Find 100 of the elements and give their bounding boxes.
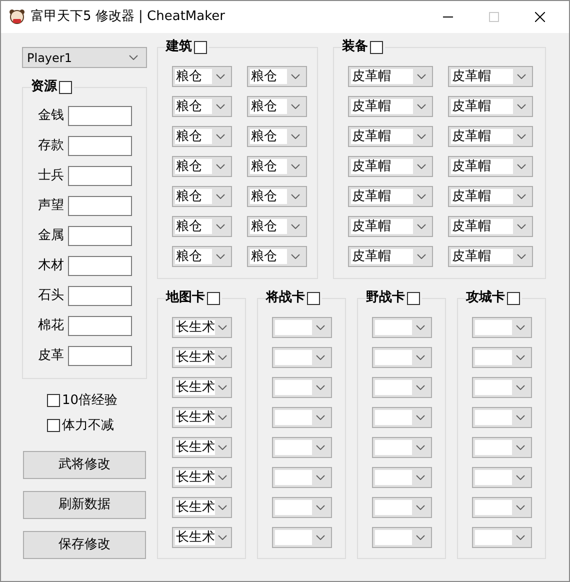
chevron-icon — [417, 134, 426, 139]
dropdown[interactable] — [472, 437, 532, 458]
dropdown[interactable] — [472, 527, 532, 548]
dropdown[interactable]: 长生术 — [172, 347, 232, 368]
dropdown[interactable]: 皮革帽 — [448, 246, 533, 267]
dropdown[interactable]: 粮仓 — [247, 246, 307, 267]
dropdown[interactable]: 粮仓 — [172, 96, 232, 117]
dropdown[interactable] — [472, 377, 532, 398]
action-button[interactable]: 保存修改 — [23, 531, 146, 559]
input-field[interactable] — [68, 256, 132, 276]
chevron-icon — [216, 104, 225, 109]
dropdown[interactable]: 皮革帽 — [448, 96, 533, 117]
dropdown[interactable] — [372, 407, 432, 428]
chevron-icon — [416, 325, 425, 330]
input-field[interactable] — [68, 316, 132, 336]
dropdown[interactable] — [272, 497, 332, 518]
input-field[interactable] — [68, 346, 132, 366]
dropdown[interactable]: 粮仓 — [247, 186, 307, 207]
dropdown[interactable]: 粮仓 — [172, 66, 232, 87]
chevron-icon — [417, 224, 426, 229]
dropdown[interactable]: 皮革帽 — [348, 216, 433, 237]
chevron-icon — [218, 385, 226, 390]
dropdown[interactable] — [272, 317, 332, 338]
field-label: 声望 — [38, 197, 64, 216]
dropdown[interactable]: 长生术 — [172, 407, 232, 428]
checkbox[interactable] — [194, 40, 207, 54]
dropdown[interactable] — [272, 527, 332, 548]
chevron-icon — [316, 445, 325, 450]
dropdown[interactable]: 粮仓 — [247, 66, 307, 87]
dropdown[interactable] — [472, 497, 532, 518]
checkbox[interactable] — [370, 40, 383, 54]
field-label: 石头 — [38, 287, 64, 306]
dropdown[interactable]: 皮革帽 — [448, 126, 533, 147]
checkbox[interactable] — [307, 292, 320, 304]
checkbox[interactable] — [207, 292, 220, 304]
dropdown[interactable] — [372, 347, 432, 368]
dropdown[interactable] — [472, 407, 532, 428]
dropdown[interactable]: 粮仓 — [172, 156, 232, 177]
checkbox[interactable] — [47, 419, 60, 432]
checkbox[interactable] — [507, 292, 520, 304]
dropdown[interactable]: 皮革帽 — [448, 156, 533, 177]
chevron-icon — [417, 194, 426, 199]
chevron-icon — [291, 134, 300, 139]
dropdown[interactable]: 长生术 — [172, 377, 232, 398]
chevron-icon — [291, 194, 300, 199]
dropdown[interactable]: 皮革帽 — [348, 186, 433, 207]
dropdown[interactable]: 皮革帽 — [348, 246, 433, 267]
dropdown[interactable] — [372, 467, 432, 488]
dropdown[interactable]: 粮仓 — [247, 96, 307, 117]
chevron-icon — [416, 415, 425, 420]
dropdown[interactable]: 皮革帽 — [448, 186, 533, 207]
dropdown[interactable] — [272, 467, 332, 488]
close-icon — [535, 12, 545, 22]
dropdown[interactable]: 长生术 — [172, 317, 232, 338]
dropdown[interactable]: 粮仓 — [172, 126, 232, 147]
window-title: 富甲天下5 修改器 | CheatMaker — [31, 8, 226, 26]
dropdown[interactable] — [372, 377, 432, 398]
dropdown[interactable]: 粮仓 — [172, 216, 232, 237]
chevron-icon — [517, 134, 526, 139]
dropdown[interactable] — [472, 347, 532, 368]
dropdown[interactable]: 粮仓 — [172, 246, 232, 267]
input-field[interactable] — [68, 226, 132, 246]
dropdown[interactable]: 长生术 — [172, 437, 232, 458]
dropdown[interactable]: 长生术 — [172, 467, 232, 488]
input-field[interactable] — [68, 286, 132, 306]
dropdown[interactable]: 粮仓 — [247, 126, 307, 147]
dropdown[interactable]: 皮革帽 — [448, 216, 533, 237]
dropdown[interactable]: 长生术 — [172, 497, 232, 518]
input-field[interactable] — [68, 136, 132, 156]
input-field[interactable] — [68, 166, 132, 186]
dropdown[interactable] — [372, 527, 432, 548]
checkbox[interactable] — [407, 292, 420, 304]
dropdown[interactable] — [272, 377, 332, 398]
dropdown[interactable]: 皮革帽 — [448, 66, 533, 87]
checkbox[interactable] — [59, 80, 72, 94]
input-field[interactable] — [68, 196, 132, 216]
dropdown[interactable]: 长生术 — [172, 527, 232, 548]
action-button[interactable]: 武将修改 — [23, 451, 146, 479]
dropdown[interactable]: 皮革帽 — [348, 66, 433, 87]
dropdown[interactable] — [272, 437, 332, 458]
dropdown[interactable] — [272, 407, 332, 428]
app-icon — [9, 8, 25, 25]
dropdown[interactable] — [372, 437, 432, 458]
dropdown[interactable] — [372, 317, 432, 338]
checkbox[interactable] — [47, 394, 60, 407]
dropdown[interactable]: 皮革帽 — [348, 96, 433, 117]
dropdown[interactable] — [272, 347, 332, 368]
chevron-icon — [291, 254, 300, 259]
dropdown[interactable] — [472, 317, 532, 338]
dropdown[interactable] — [372, 497, 432, 518]
player-dropdown[interactable]: Player1 — [22, 47, 147, 68]
action-button[interactable]: 刷新数据 — [23, 491, 146, 519]
input-field[interactable] — [68, 106, 132, 126]
dropdown[interactable]: 皮革帽 — [348, 126, 433, 147]
dropdown[interactable] — [472, 467, 532, 488]
dropdown[interactable]: 粮仓 — [172, 186, 232, 207]
dropdown[interactable]: 皮革帽 — [348, 156, 433, 177]
dropdown[interactable]: 粮仓 — [247, 156, 307, 177]
dropdown[interactable]: 粮仓 — [247, 216, 307, 237]
field-label: 士兵 — [38, 167, 64, 186]
